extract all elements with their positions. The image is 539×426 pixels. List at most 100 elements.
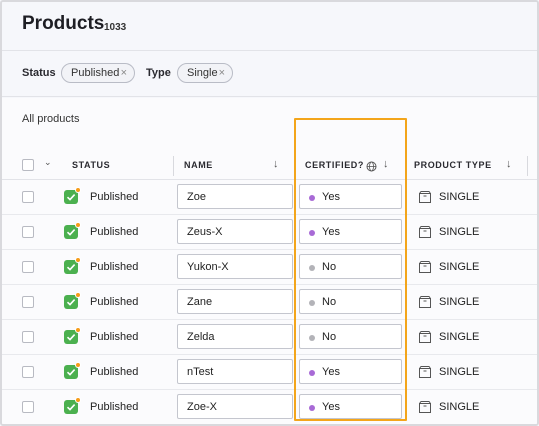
product-type-value: SINGLE <box>439 366 480 378</box>
select-all-checkbox[interactable] <box>22 159 34 171</box>
table-row: Published nTest Yes SINGLE <box>2 355 537 390</box>
sort-arrow-icon[interactable]: ↓ <box>383 158 389 170</box>
table-row: Published Zoe-X Yes SINGLE <box>2 390 537 424</box>
product-type-value: SINGLE <box>439 331 480 343</box>
certified-value: No <box>322 261 337 273</box>
row-checkbox[interactable] <box>22 366 34 378</box>
status-badge <box>75 222 81 228</box>
certified-indicator-dot <box>309 405 315 411</box>
row-checkbox[interactable] <box>22 401 34 413</box>
status-text: Published <box>90 296 139 308</box>
box-icon <box>418 225 432 244</box>
status-text: Published <box>90 191 139 203</box>
box-icon <box>418 295 432 314</box>
sort-arrow-icon[interactable]: ↓ <box>506 158 512 170</box>
certified-value: No <box>322 296 337 308</box>
status-text: Published <box>90 261 139 273</box>
name-value: nTest <box>187 366 214 378</box>
certified-indicator-dot <box>309 300 315 306</box>
table-row: Published Zane No SINGLE <box>2 285 537 320</box>
column-divider <box>406 156 407 176</box>
column-header-status[interactable]: STATUS <box>72 160 110 170</box>
certified-select[interactable]: Yes <box>299 394 402 419</box>
row-checkbox[interactable] <box>22 296 34 308</box>
remove-filter-icon[interactable]: × <box>219 67 225 79</box>
remove-filter-icon[interactable]: × <box>121 67 127 79</box>
table-row: Published Zeus-X Yes SINGLE <box>2 215 537 250</box>
product-type-value: SINGLE <box>439 261 480 273</box>
section-title: All products <box>22 113 80 125</box>
box-icon <box>418 190 432 209</box>
row-checkbox[interactable] <box>22 261 34 273</box>
box-icon <box>418 400 432 419</box>
box-icon <box>418 330 432 349</box>
certified-value: Yes <box>322 226 340 238</box>
column-divider <box>527 156 528 176</box>
row-checkbox[interactable] <box>22 331 34 343</box>
certified-indicator-dot <box>309 195 315 201</box>
certified-select[interactable]: Yes <box>299 184 402 209</box>
table-header: ⌄ STATUS NAME ↓ CERTIFIED? ↓ PRODUCT TYP… <box>2 150 537 180</box>
column-header-product-type[interactable]: PRODUCT TYPE <box>414 160 492 170</box>
certified-select[interactable]: No <box>299 324 402 349</box>
filter-chip-status[interactable]: Published × <box>61 63 135 83</box>
page-header: Products 1033 <box>2 2 537 50</box>
sort-arrow-icon[interactable]: ↓ <box>273 158 279 170</box>
product-type-value: SINGLE <box>439 191 480 203</box>
table-row: Published Zoe Yes SINGLE <box>2 180 537 215</box>
column-header-name[interactable]: NAME <box>184 160 213 170</box>
product-type-value: SINGLE <box>439 296 480 308</box>
name-value: Zoe <box>187 191 206 203</box>
row-checkbox[interactable] <box>22 226 34 238</box>
certified-indicator-dot <box>309 370 315 376</box>
status-badge <box>75 397 81 403</box>
filter-label-type: Type <box>146 67 171 79</box>
page-title: Products <box>22 13 105 34</box>
certified-select[interactable]: Yes <box>299 359 402 384</box>
column-divider <box>173 156 174 176</box>
filter-label-status: Status <box>22 67 56 79</box>
name-input[interactable]: Zoe-X <box>177 394 293 419</box>
product-count: 1033 <box>104 22 127 33</box>
row-checkbox[interactable] <box>22 191 34 203</box>
name-input[interactable]: Zoe <box>177 184 293 209</box>
status-badge <box>75 327 81 333</box>
filter-chip-status-value: Published <box>71 67 120 79</box>
products-window: Products 1033 Status Published × Type Si… <box>0 0 539 426</box>
filter-chip-type-value: Single <box>187 67 218 79</box>
certified-indicator-dot <box>309 265 315 271</box>
certified-value: Yes <box>322 191 340 203</box>
certified-select[interactable]: Yes <box>299 219 402 244</box>
status-text: Published <box>90 226 139 238</box>
status-text: Published <box>90 366 139 378</box>
certified-value: Yes <box>322 366 340 378</box>
certified-value: No <box>322 331 337 343</box>
column-header-certified[interactable]: CERTIFIED? <box>305 160 364 170</box>
certified-select[interactable]: No <box>299 289 402 314</box>
name-value: Yukon-X <box>187 261 229 273</box>
certified-value: Yes <box>322 401 340 413</box>
globe-icon <box>366 159 377 177</box>
filter-bar: Status Published × Type Single × <box>2 50 537 97</box>
chevron-down-icon[interactable]: ⌄ <box>44 157 52 168</box>
status-text: Published <box>90 331 139 343</box>
name-input[interactable]: Yukon-X <box>177 254 293 279</box>
box-icon <box>418 260 432 279</box>
name-input[interactable]: nTest <box>177 359 293 384</box>
box-icon <box>418 365 432 384</box>
name-value: Zane <box>187 296 213 308</box>
name-value: Zelda <box>187 331 215 343</box>
certified-indicator-dot <box>309 230 315 236</box>
name-input[interactable]: Zane <box>177 289 293 314</box>
table-row: Published Yukon-X No SINGLE <box>2 250 537 285</box>
name-value: Zoe-X <box>187 401 217 413</box>
name-input[interactable]: Zelda <box>177 324 293 349</box>
name-input[interactable]: Zeus-X <box>177 219 293 244</box>
filter-chip-type[interactable]: Single × <box>177 63 233 83</box>
certified-select[interactable]: No <box>299 254 402 279</box>
product-type-value: SINGLE <box>439 226 480 238</box>
name-value: Zeus-X <box>187 226 223 238</box>
main-content: All products ⌄ STATUS NAME ↓ CERTIFIED? … <box>2 98 537 424</box>
status-badge <box>75 257 81 263</box>
status-text: Published <box>90 401 139 413</box>
